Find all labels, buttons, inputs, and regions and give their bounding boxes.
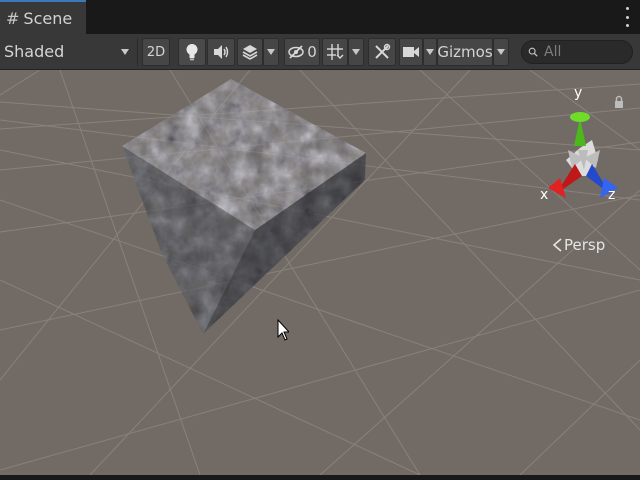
search-icon [528,47,538,57]
effects-dropdown[interactable] [263,38,279,66]
scene-window: # Scene Shaded 2D 0 Gizmos All y x z Per… [0,0,640,480]
scene-visibility-button[interactable]: 0 [284,38,320,66]
scene-viewport[interactable]: y x z Persp [0,70,640,475]
chevron-down-icon [352,49,360,55]
toggle-2d-button[interactable]: 2D [142,38,170,66]
projection-toggle[interactable]: Persp [552,236,605,254]
axis-y-label: y [574,85,583,101]
lock-icon[interactable] [613,95,625,109]
axis-x-label: x [540,187,549,203]
terrain-block[interactable] [120,76,370,340]
draw-mode-label: Shaded [4,42,65,61]
tab-scene[interactable]: # Scene [0,0,86,34]
chevron-down-icon [267,49,275,55]
effects-toggle-button[interactable] [237,38,263,66]
gizmos-button[interactable]: Gizmos [437,38,493,66]
chevron-left-icon [552,238,562,252]
grid-toggle-button[interactable] [322,38,348,66]
hash-icon: # [6,8,20,28]
chevron-down-icon [121,49,129,55]
hidden-count: 0 [307,43,317,61]
tab-bar: # Scene [0,0,640,34]
mouse-pointer-icon [277,319,289,341]
axis-z-label: z [608,187,616,203]
search-input[interactable] [542,43,632,61]
lightbulb-icon [186,44,198,61]
lighting-toggle-button[interactable] [178,38,206,66]
speaker-icon [214,45,229,59]
grid-icon [327,44,344,60]
camera-settings-button[interactable] [399,38,423,66]
axis-x-cone[interactable] [548,164,582,198]
scene-canvas[interactable] [0,70,640,475]
eye-hidden-icon [288,45,304,59]
orientation-gizmo[interactable] [548,112,618,198]
tools-button[interactable] [368,38,396,66]
camera-icon [403,47,419,57]
draw-mode-dropdown[interactable]: Shaded [0,38,138,66]
gizmos-dropdown[interactable] [493,38,509,66]
more-options-icon[interactable] [624,7,630,27]
chevron-down-icon [497,49,505,55]
gizmos-label: Gizmos [437,43,493,61]
wrench-icon [375,43,391,59]
tab-scene-label: Scene [23,8,73,28]
audio-toggle-button[interactable] [207,38,235,66]
grid-dropdown[interactable] [348,38,364,66]
scene-toolbar: Shaded 2D 0 Gizmos All [0,34,640,70]
bottom-border [0,475,640,480]
search-field[interactable] [521,40,633,64]
axis-y-cone[interactable] [570,112,590,146]
chevron-down-icon [426,49,434,55]
layers-effects-icon [242,45,258,60]
camera-dropdown[interactable] [423,38,437,66]
projection-label: Persp [564,236,606,254]
toggle-2d-label: 2D [146,44,166,60]
